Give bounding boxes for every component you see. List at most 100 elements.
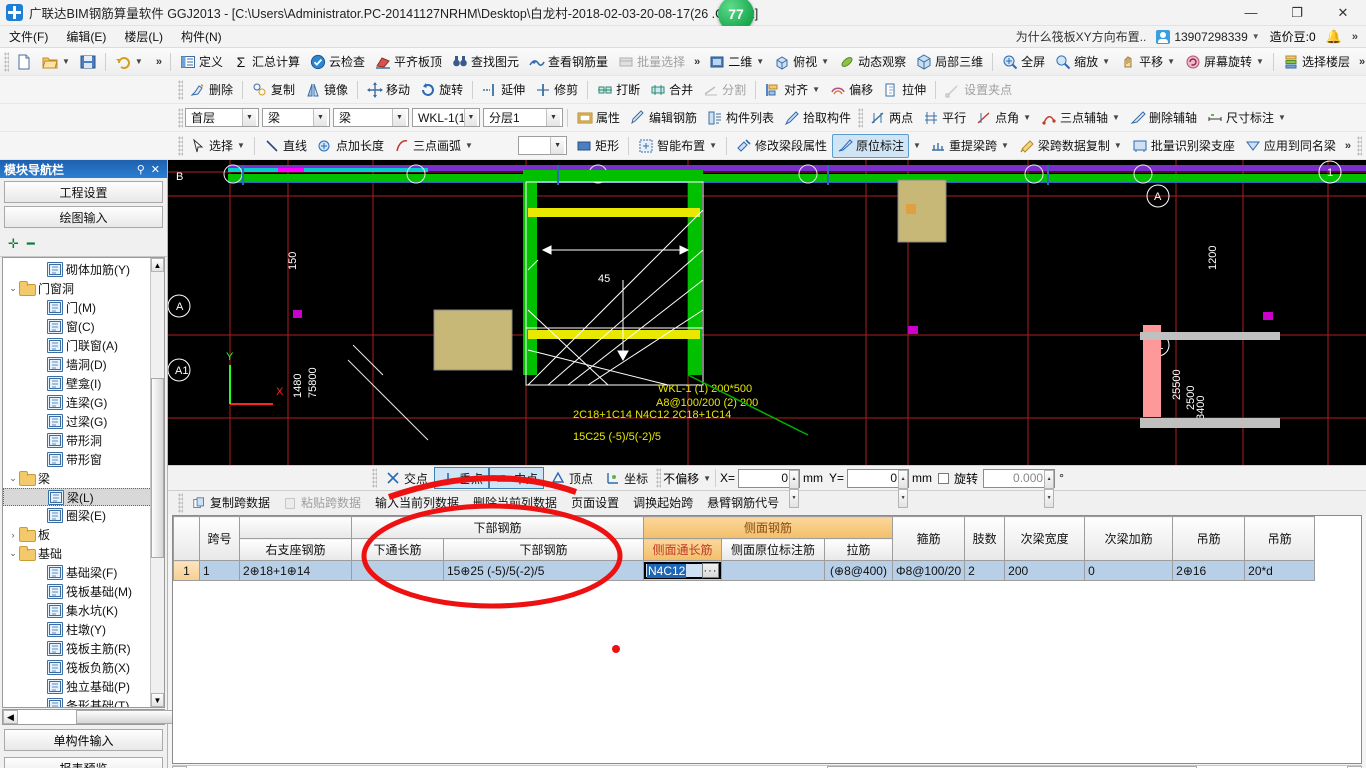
chevron-down-icon[interactable]: ▼ (464, 109, 477, 126)
chevron-down-icon[interactable]: ▼ (1023, 113, 1031, 122)
category-combo[interactable]: 梁 ▼ (262, 108, 330, 127)
toolbar-gripper[interactable] (4, 51, 9, 72)
close-icon[interactable]: ✕ (151, 163, 160, 176)
th-stirrup[interactable]: 箍筋 (891, 516, 966, 561)
cloud-check-button[interactable]: 云检查 (305, 50, 370, 74)
pan-button[interactable]: 平移 ▼ (1115, 50, 1180, 74)
tree-item-coupling-beam[interactable]: 连梁(G) (3, 393, 164, 412)
ellipsis-button[interactable]: ··· (702, 563, 719, 578)
th-hanging-rebar[interactable]: 吊筋 (1172, 516, 1246, 561)
three-point-arc-button[interactable]: 三点画弧 ▼ (389, 134, 478, 158)
screen-rotate-button[interactable]: 屏幕旋转 ▼ (1180, 50, 1269, 74)
top-view-button[interactable]: 俯视 ▼ (769, 50, 834, 74)
th-sec-beam-rebar[interactable]: 次梁加筋 (1084, 516, 1174, 561)
x-spinner[interactable]: ▲ ▼ (789, 469, 800, 508)
drawing-canvas[interactable]: 150 1480 75800 1200 3400 25500 2500 45 W… (168, 160, 1366, 465)
expand-collapse-icon[interactable]: ⌄ (7, 473, 19, 484)
chevron-down-icon[interactable]: ▼ (465, 141, 473, 150)
expand-collapse-icon[interactable]: ⌄ (7, 548, 19, 559)
split-button[interactable]: 分割 (698, 78, 751, 102)
tree-horizontal-scrollbar[interactable]: ◀ ▶ (2, 709, 331, 725)
toolbar-overflow-left[interactable]: » (152, 56, 166, 68)
collapse-all-icon[interactable]: ━ (27, 236, 35, 252)
th-side-through-rebar[interactable]: 侧面通长筋 (643, 538, 722, 561)
delete-current-column-button[interactable]: 删除当前列数据 (467, 493, 563, 513)
tree-item-window[interactable]: 窗(C) (3, 317, 164, 336)
th-sec-beam-width[interactable]: 次梁宽度 (1004, 516, 1086, 561)
drawing-input-button[interactable]: 绘图输入 (4, 206, 163, 228)
snap-coordinate[interactable]: 坐标 (599, 467, 654, 489)
re-extract-span-button[interactable]: 重提梁跨 ▼ (925, 134, 1014, 158)
pin-icon[interactable]: ⚲ (137, 163, 145, 176)
side-through-editor[interactable]: N4C12 ··· (644, 562, 721, 579)
tree-item-indep-found[interactable]: 独立基础(P) (3, 677, 164, 696)
chevron-down-icon[interactable]: ▼ (392, 109, 406, 126)
align-button[interactable]: 对齐 ▼ (760, 78, 825, 102)
in-situ-label-button[interactable]: 原位标注 (832, 133, 910, 158)
toolbar-gripper[interactable] (1357, 135, 1362, 156)
chevron-down-icon[interactable]: ▼ (1114, 141, 1122, 150)
component-list-button[interactable]: 构件列表 (702, 106, 779, 130)
menu-component[interactable]: 构件(N) (172, 26, 231, 48)
tree-item-door[interactable]: 门(M) (3, 298, 164, 317)
cell-hanging-rebar-2[interactable]: 20*d (1244, 560, 1316, 581)
cell-side-insitu[interactable] (721, 560, 825, 581)
th-bottom-rebar[interactable]: 下部钢筋 (443, 538, 644, 561)
toolbar-gripper[interactable] (178, 79, 183, 100)
local-3d-button[interactable]: 局部三维 (911, 50, 988, 74)
th-span-no[interactable]: 跨号 (199, 516, 240, 561)
mirror-button[interactable]: 镜像 (300, 78, 353, 102)
draw-mode-combo[interactable]: ▼ (517, 136, 568, 155)
expand-collapse-icon[interactable]: ⌄ (7, 283, 19, 294)
rotate-button[interactable]: 旋转 (415, 78, 468, 102)
menu-edit[interactable]: 编辑(E) (57, 26, 115, 48)
span-data-copy-button[interactable]: 梁跨数据复制 ▼ (1014, 134, 1127, 158)
toolbar-gripper[interactable] (178, 135, 183, 156)
chevron-down-icon[interactable]: ▼ (812, 85, 820, 94)
th-bottom-through-rebar[interactable]: 下通长筋 (351, 538, 444, 561)
chevron-down-icon[interactable]: ▼ (242, 109, 256, 126)
span-data-grid[interactable]: 跨号 下部钢筋 侧面钢筋 箍筋 肢数 次梁宽度 次梁加筋 吊筋 吊筋 右支座钢筋… (172, 515, 1362, 764)
chevron-down-icon[interactable]: ▼ (756, 57, 764, 66)
scroll-up-icon[interactable]: ▲ (151, 258, 164, 272)
dynamic-observe-button[interactable]: 动态观察 (834, 50, 911, 74)
floor-combo[interactable]: 首层 ▼ (185, 108, 259, 127)
save-file-button[interactable] (75, 50, 101, 74)
tree-item-strip-hole[interactable]: 带形洞 (3, 431, 164, 450)
cell-bottom-rebar[interactable]: 15⊕25 (-5)/5(-2)/5 (443, 560, 644, 581)
cell-tie[interactable]: (⊕8@400) (824, 560, 893, 581)
edit-beam-segment-button[interactable]: 修改梁段属性 (731, 134, 832, 158)
chevron-down-icon[interactable]: ▼ (62, 57, 70, 66)
chevron-down-icon[interactable]: ▼ (913, 141, 921, 150)
tree-item-folder[interactable]: › 板 (3, 525, 164, 544)
chevron-down-icon[interactable]: ▼ (1167, 57, 1175, 66)
swap-start-span-button[interactable]: 调换起始跨 (627, 493, 699, 513)
table-row[interactable]: 1 1 2⊕18+1⊕14 15⊕25 (-5)/5(-2)/5 N4C12 ·… (173, 560, 1316, 581)
cantilever-rebar-code-button[interactable]: 悬臂钢筋代号 (701, 493, 785, 513)
new-file-button[interactable] (11, 50, 37, 74)
snap-vertex[interactable]: 顶点 (544, 467, 599, 489)
tree-item-raft-neg[interactable]: 筏板负筋(X) (3, 658, 164, 677)
toolbar-overflow-mid[interactable]: » (690, 56, 704, 68)
chevron-down-icon[interactable]: ▼ (313, 109, 327, 126)
align-slab-top-button[interactable]: 平齐板顶 (370, 50, 447, 74)
chevron-down-icon[interactable]: ▼ (546, 109, 560, 126)
fullscreen-button[interactable]: 全屏 (997, 50, 1050, 74)
cell-stirrup[interactable]: Φ8@100/20 (891, 560, 966, 581)
cell-bottom-through[interactable] (351, 560, 444, 581)
paste-span-data-button[interactable]: 粘贴跨数据 (278, 493, 367, 513)
subcategory-combo[interactable]: 梁 ▼ (333, 108, 409, 127)
layer-combo[interactable]: 分层1 ▼ (483, 108, 563, 127)
tree-item-folder[interactable]: ⌄ 梁 (3, 469, 164, 488)
select-floor-button[interactable]: 选择楼层 (1278, 50, 1355, 74)
find-element-button[interactable]: 查找图元 (447, 50, 524, 74)
tree-item-lintel[interactable]: 过梁(G) (3, 412, 164, 431)
snap-midpoint[interactable]: 中点 (489, 467, 545, 489)
tree-item-found-beam[interactable]: 基础梁(F) (3, 563, 164, 582)
expand-all-icon[interactable]: ✛ (8, 236, 19, 252)
edit-rebar-button[interactable]: 编辑钢筋 (625, 106, 702, 130)
snapbar-gripper[interactable] (372, 468, 377, 488)
batch-identify-support-button[interactable]: 批量识别梁支座 (1127, 134, 1240, 158)
minimize-button[interactable]: — (1228, 0, 1274, 26)
tree-item-beam[interactable]: 梁(L) (3, 488, 164, 506)
